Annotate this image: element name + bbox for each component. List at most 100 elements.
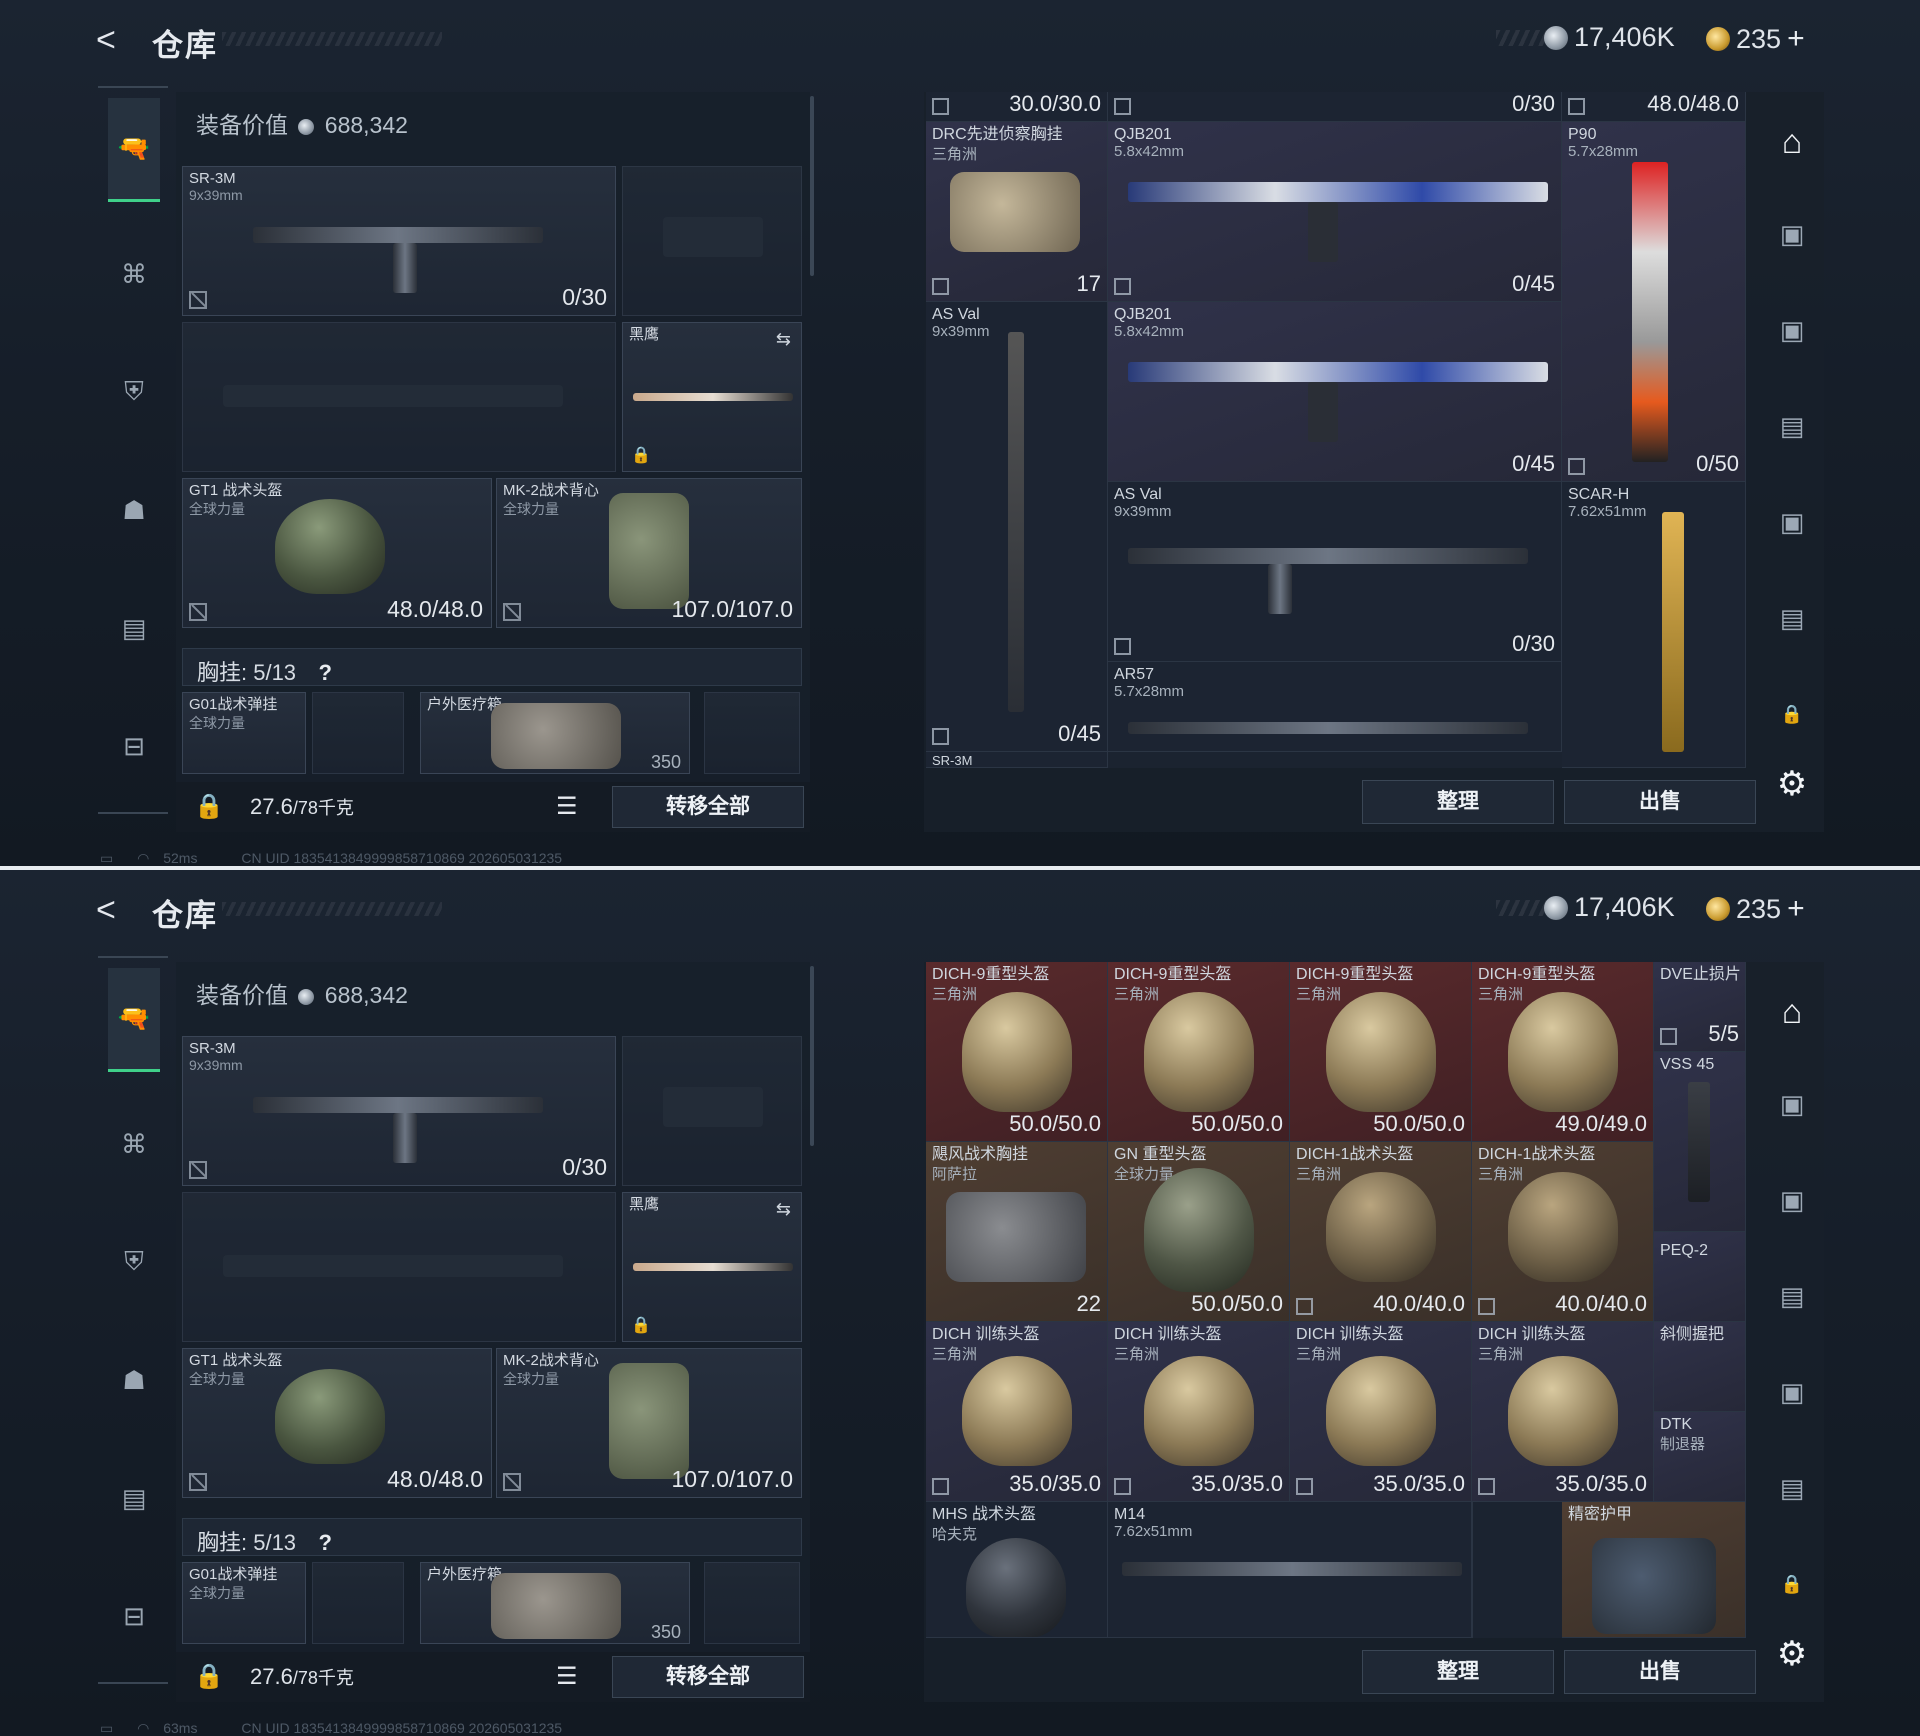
help-icon[interactable]: ?	[312, 660, 338, 686]
storage-page-icon-4[interactable]: ▣	[1770, 500, 1814, 544]
primary-weapon-slot[interactable]: SR-3M 9x39mm 0/30	[182, 166, 616, 316]
sort-button[interactable]: 整理	[1362, 1650, 1554, 1694]
helmet-slot[interactable]: GT1 战术头盔 全球力量 48.0/48.0	[182, 478, 492, 628]
storage-page-icon-3[interactable]: ▤	[1770, 404, 1814, 448]
grid-item[interactable]: AR57 5.7x28mm	[1108, 662, 1562, 752]
chest-item-rig[interactable]: G01战术弹挂 全球力量	[182, 692, 306, 774]
grid-item[interactable]: AS Val 9x39mm 0/30	[1108, 482, 1562, 662]
sell-button[interactable]: 出售	[1564, 780, 1756, 824]
pistol-slot-empty[interactable]	[622, 166, 802, 316]
grid-item[interactable]: GN 重型头盔 全球力量 50.0/50.0	[1108, 1142, 1290, 1322]
lock-icon[interactable]: 🔒	[1770, 1562, 1814, 1606]
grid-item[interactable]: DICH-1战术头盔 三角洲 40.0/40.0	[1472, 1142, 1654, 1322]
chest-item-medkit[interactable]: 户外医疗箱 350	[420, 1562, 690, 1644]
help-icon[interactable]: ?	[312, 1530, 338, 1556]
grid-item[interactable]: 精密护甲	[1562, 1502, 1746, 1638]
warehouse-icon[interactable]: ⌂	[1770, 120, 1814, 164]
lock-icon[interactable]: 🔒	[1770, 692, 1814, 736]
back-button[interactable]: <	[96, 892, 132, 928]
swap-icon[interactable]: ⇆	[776, 329, 791, 350]
nav-armor[interactable]: ⛨	[108, 366, 160, 418]
panel-scrollbar[interactable]	[810, 96, 814, 276]
grid-item[interactable]: P90 5.7x28mm 0/50	[1562, 122, 1746, 482]
grid-item[interactable]: DRC先进侦察胸挂 三角洲 17	[926, 122, 1108, 302]
grid-item[interactable]: SR-3M	[926, 752, 1108, 768]
grid-item[interactable]: 斜侧握把	[1654, 1322, 1746, 1412]
grid-item[interactable]: VSS 45	[1654, 1052, 1746, 1232]
storage-page-icon-2[interactable]: ▣	[1770, 1178, 1814, 1222]
grid-item[interactable]: M14 7.62x51mm	[1108, 1502, 1472, 1638]
nav-backpack[interactable]: ☗	[108, 484, 160, 536]
melee-slot[interactable]: 黑鹰 ⇆ 🔒	[622, 1192, 802, 1342]
sell-button[interactable]: 出售	[1564, 1650, 1756, 1694]
grid-item[interactable]: DICH 训练头盔 三角洲 35.0/35.0	[1108, 1322, 1290, 1502]
grid-item[interactable]: QJB201 5.8x42mm 0/45	[1108, 302, 1562, 482]
grid-item[interactable]: PEQ-2	[1654, 1232, 1746, 1322]
armor-slot[interactable]: MK-2战术背心 全球力量 107.0/107.0	[496, 1348, 802, 1498]
storage-page-icon-5[interactable]: ▤	[1770, 596, 1814, 640]
grid-item[interactable]: 48.0/48.0	[1562, 92, 1746, 122]
nav-toolbox[interactable]: ⊟	[108, 720, 160, 772]
nav-vest[interactable]: ⌘	[108, 1118, 160, 1170]
add-currency-button[interactable]: +	[1787, 22, 1805, 56]
grid-item[interactable]: DICH 训练头盔 三角洲 35.0/35.0	[1472, 1322, 1654, 1502]
panel-scrollbar[interactable]	[810, 966, 814, 1146]
armor-slot[interactable]: MK-2战术背心 全球力量 107.0/107.0	[496, 478, 802, 628]
grid-item[interactable]: 飓风战术胸挂 阿萨拉 22	[926, 1142, 1108, 1322]
storage-page-icon-5[interactable]: ▤	[1770, 1466, 1814, 1510]
grid-item[interactable]: DICH 训练头盔 三角洲 35.0/35.0	[926, 1322, 1108, 1502]
grid-item[interactable]: DICH-9重型头盔 三角洲 50.0/50.0	[926, 962, 1108, 1142]
nav-vest[interactable]: ⌘	[108, 248, 160, 300]
list-icon[interactable]: ☰	[556, 1662, 586, 1692]
nav-armor[interactable]: ⛨	[108, 1236, 160, 1288]
grid-item[interactable]: DVE止损片 5/5	[1654, 962, 1746, 1052]
list-icon[interactable]: ☰	[556, 792, 586, 822]
pistol-slot-empty[interactable]	[622, 1036, 802, 1186]
back-button[interactable]: <	[96, 22, 132, 58]
nav-weapons[interactable]: 🔫	[108, 968, 160, 1072]
warehouse-icon[interactable]: ⌂	[1770, 990, 1814, 1034]
transfer-all-button[interactable]: 转移全部	[612, 1656, 804, 1698]
storage-page-icon-4[interactable]: ▣	[1770, 1370, 1814, 1414]
add-currency-button[interactable]: +	[1787, 892, 1805, 926]
grid-item[interactable]: 30.0/30.0	[926, 92, 1108, 122]
storage-page-icon-1[interactable]: ▣	[1770, 212, 1814, 256]
storage-page-icon-3[interactable]: ▤	[1770, 1274, 1814, 1318]
lock-icon[interactable]: 🔒	[194, 1662, 224, 1691]
grid-item[interactable]: 0/30	[1108, 92, 1562, 122]
primary-weapon-slot[interactable]: SR-3M 9x39mm 0/30	[182, 1036, 616, 1186]
chest-slot-empty[interactable]	[704, 692, 800, 774]
settings-gear-icon[interactable]: ⚙	[1770, 1632, 1814, 1676]
nav-weapons[interactable]: 🔫	[108, 98, 160, 202]
grid-item[interactable]: SCAR-H 7.62x51mm	[1562, 482, 1746, 768]
secondary-weapon-slot-empty[interactable]	[182, 1192, 616, 1342]
lock-icon[interactable]: 🔒	[194, 792, 224, 821]
grid-item[interactable]: QJB201 5.8x42mm 0/45	[1108, 122, 1562, 302]
helmet-slot[interactable]: GT1 战术头盔 全球力量 48.0/48.0	[182, 1348, 492, 1498]
transfer-all-button[interactable]: 转移全部	[612, 786, 804, 828]
grid-item[interactable]: DICH-9重型头盔 三角洲 49.0/49.0	[1472, 962, 1654, 1142]
chest-slot-empty[interactable]	[312, 1562, 404, 1644]
settings-gear-icon[interactable]: ⚙	[1770, 762, 1814, 806]
grid-item[interactable]: DICH-9重型头盔 三角洲 50.0/50.0	[1108, 962, 1290, 1142]
nav-case[interactable]: ▤	[108, 1472, 160, 1524]
melee-slot[interactable]: 黑鹰 ⇆ 🔒	[622, 322, 802, 472]
nav-backpack[interactable]: ☗	[108, 1354, 160, 1406]
chest-item-medkit[interactable]: 户外医疗箱 350	[420, 692, 690, 774]
grid-item[interactable]: MHS 战术头盔 哈夫克	[926, 1502, 1108, 1638]
storage-page-icon-2[interactable]: ▣	[1770, 308, 1814, 352]
grid-item[interactable]: DICH-9重型头盔 三角洲 50.0/50.0	[1290, 962, 1472, 1142]
grid-item[interactable]: DICH-1战术头盔 三角洲 40.0/40.0	[1290, 1142, 1472, 1322]
nav-case[interactable]: ▤	[108, 602, 160, 654]
chest-item-rig[interactable]: G01战术弹挂 全球力量	[182, 1562, 306, 1644]
chest-slot-empty[interactable]	[312, 692, 404, 774]
secondary-weapon-slot-empty[interactable]	[182, 322, 616, 472]
grid-item[interactable]: AS Val 9x39mm 0/45	[926, 302, 1108, 752]
sort-button[interactable]: 整理	[1362, 780, 1554, 824]
grid-item[interactable]: DICH 训练头盔 三角洲 35.0/35.0	[1290, 1322, 1472, 1502]
grid-item[interactable]: DTK 制退器	[1654, 1412, 1746, 1502]
chest-slot-empty[interactable]	[704, 1562, 800, 1644]
swap-icon[interactable]: ⇆	[776, 1199, 791, 1220]
nav-toolbox[interactable]: ⊟	[108, 1590, 160, 1642]
storage-page-icon-1[interactable]: ▣	[1770, 1082, 1814, 1126]
